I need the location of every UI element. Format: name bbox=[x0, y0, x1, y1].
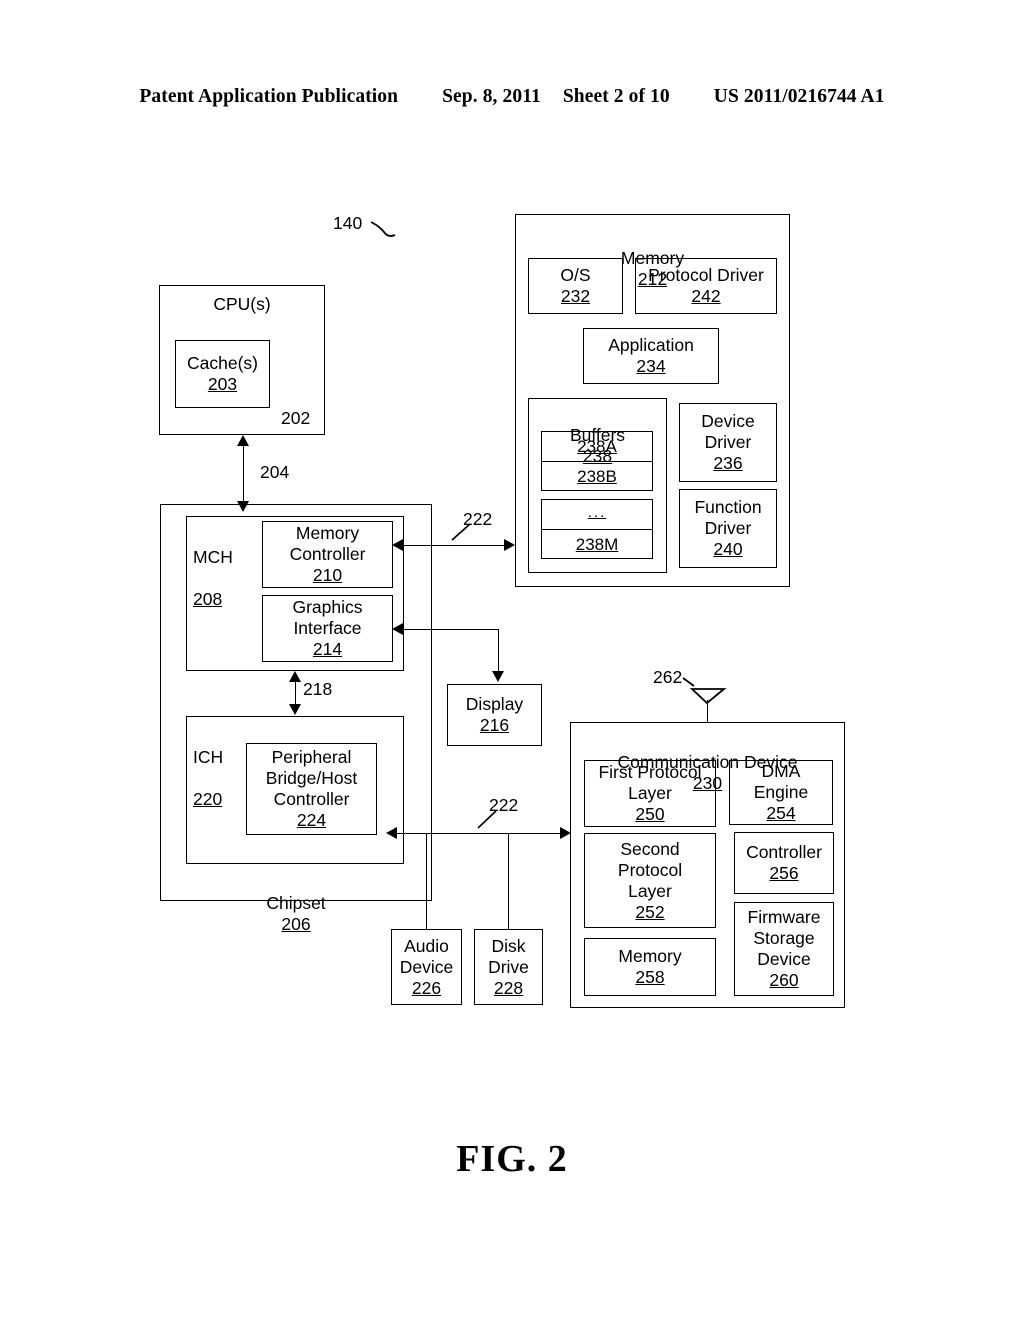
cpu-chipset-arrow-up bbox=[237, 435, 249, 446]
display-link-arrow-down bbox=[492, 671, 504, 682]
chipset-label: Chipset 206 bbox=[160, 872, 432, 935]
protocol-driver-label: Protocol Driver 242 bbox=[635, 258, 777, 314]
dma-engine-title: DMA Engine bbox=[753, 761, 809, 802]
disk-drop-line bbox=[508, 833, 509, 930]
peripheral-bridge-title: Peripheral Bridge/Host Controller bbox=[265, 747, 358, 809]
diagram-overlay bbox=[370, 221, 727, 829]
application-title: Application bbox=[608, 335, 694, 355]
disk-drive-ref: 228 bbox=[493, 977, 524, 998]
device-driver-ref: 236 bbox=[713, 453, 743, 473]
mch-ich-arrow-up bbox=[289, 671, 301, 682]
system-ref-140: 140 bbox=[333, 213, 363, 233]
comm-memory-title: Memory bbox=[618, 946, 682, 966]
cpu-chipset-line bbox=[243, 443, 244, 508]
application-label: Application 234 bbox=[583, 328, 719, 384]
graphics-interface-ref: 214 bbox=[312, 639, 343, 659]
function-driver-label: Function Driver 240 bbox=[679, 489, 777, 568]
upper-bus-line bbox=[403, 545, 507, 546]
first-protocol-layer-ref: 250 bbox=[635, 804, 665, 824]
interconnect-ref-218: 218 bbox=[303, 679, 333, 699]
peripheral-bridge-ref: 224 bbox=[296, 810, 327, 830]
mch-ich-arrow-down bbox=[289, 704, 301, 715]
upper-bus-ref-222: 222 bbox=[463, 509, 493, 529]
buffer-ellipsis: ... bbox=[587, 503, 607, 521]
cache-label: Cache(s) 203 bbox=[175, 340, 270, 408]
second-protocol-layer-label: Second Protocol Layer 252 bbox=[584, 833, 716, 928]
firmware-storage-label: Firmware Storage Device 260 bbox=[734, 902, 834, 996]
lower-bus-arrow-left bbox=[386, 827, 397, 839]
antenna-stem bbox=[707, 700, 708, 722]
comm-memory-label: Memory 258 bbox=[584, 938, 716, 996]
firmware-storage-ref: 260 bbox=[769, 970, 799, 990]
memory-controller-ref: 210 bbox=[312, 565, 343, 585]
protocol-driver-title: Protocol Driver bbox=[648, 265, 764, 285]
memory-controller-title: Memory Controller bbox=[289, 523, 366, 564]
disk-drive-title: Disk Drive bbox=[488, 935, 529, 977]
first-protocol-layer-label: First Protocol Layer 250 bbox=[584, 760, 716, 827]
memory-controller-label: Memory Controller 210 bbox=[262, 521, 393, 588]
dma-engine-label: DMA Engine 254 bbox=[729, 760, 833, 825]
display-link-arrow-left bbox=[392, 623, 403, 635]
protocol-driver-ref: 242 bbox=[691, 286, 721, 306]
lower-bus-line-stub bbox=[397, 833, 421, 834]
antenna-icon bbox=[689, 688, 727, 705]
graphics-interface-label: Graphics Interface 214 bbox=[262, 595, 393, 662]
cache-ref: 203 bbox=[207, 374, 238, 394]
ich-title: ICH bbox=[193, 747, 224, 767]
display-title: Display bbox=[465, 694, 524, 714]
upper-bus-arrow-left bbox=[392, 539, 403, 551]
graphics-interface-title: Graphics Interface bbox=[292, 597, 363, 638]
buffer-238b: 238B bbox=[577, 466, 617, 486]
display-link-vertical bbox=[498, 629, 499, 673]
figure-caption: FIG. 2 bbox=[456, 1138, 568, 1180]
buffer-238m: 238M bbox=[575, 534, 619, 554]
cpu-title: CPU(s) bbox=[213, 294, 271, 314]
mch-label: MCH 208 bbox=[193, 526, 253, 610]
upper-bus-arrow-right bbox=[504, 539, 515, 551]
os-title: O/S bbox=[560, 265, 591, 285]
function-driver-ref: 240 bbox=[713, 539, 743, 559]
firmware-storage-title: Firmware Storage Device bbox=[747, 907, 821, 969]
second-protocol-layer-title: Second Protocol Layer bbox=[617, 838, 683, 901]
peripheral-bridge-label: Peripheral Bridge/Host Controller 224 bbox=[246, 743, 377, 835]
disk-drive-label: Disk Drive 228 bbox=[474, 929, 543, 1005]
antenna-ref-262: 262 bbox=[653, 667, 683, 687]
ich-ref: 220 bbox=[193, 789, 223, 809]
mch-ref: 208 bbox=[193, 589, 223, 609]
audio-device-label: Audio Device 226 bbox=[391, 929, 462, 1005]
audio-device-title: Audio Device bbox=[399, 935, 454, 977]
controller-label: Controller 256 bbox=[734, 832, 834, 894]
system-ref-squiggle bbox=[370, 221, 396, 237]
mch-title: MCH bbox=[193, 547, 233, 567]
os-label: O/S 232 bbox=[528, 258, 623, 314]
display-label: Display 216 bbox=[447, 684, 542, 746]
antenna-leader bbox=[682, 677, 695, 687]
chipset-title: Chipset bbox=[266, 893, 326, 913]
ich-label: ICH 220 bbox=[193, 726, 251, 810]
figure-2-diagram: 140 CPU(s) Cache(s) 203 202 204 Chipset … bbox=[0, 0, 1024, 1320]
device-driver-label: Device Driver 236 bbox=[679, 403, 777, 482]
application-ref: 234 bbox=[636, 356, 666, 376]
buffer-238a: 238A bbox=[577, 436, 617, 456]
bus-ref-204: 204 bbox=[260, 462, 290, 482]
cache-title: Cache(s) bbox=[187, 353, 258, 373]
display-ref: 216 bbox=[479, 715, 510, 735]
chipset-ref: 206 bbox=[281, 914, 311, 934]
first-protocol-layer-title: First Protocol Layer bbox=[598, 762, 702, 803]
controller-ref: 256 bbox=[769, 863, 799, 883]
display-link-horizontal bbox=[403, 629, 499, 630]
lower-bus-line bbox=[420, 833, 564, 834]
lower-bus-ref-222: 222 bbox=[489, 795, 519, 815]
function-driver-title: Function Driver bbox=[694, 497, 762, 538]
os-ref: 232 bbox=[560, 286, 591, 306]
comm-memory-ref: 258 bbox=[635, 967, 665, 987]
dma-engine-ref: 254 bbox=[766, 803, 796, 823]
device-driver-title: Device Driver bbox=[701, 411, 755, 452]
second-protocol-layer-ref: 252 bbox=[635, 901, 665, 922]
audio-drop-line bbox=[426, 833, 427, 930]
controller-title: Controller bbox=[746, 842, 822, 862]
audio-device-ref: 226 bbox=[411, 977, 442, 998]
cpu-ref-202: 202 bbox=[281, 408, 311, 428]
